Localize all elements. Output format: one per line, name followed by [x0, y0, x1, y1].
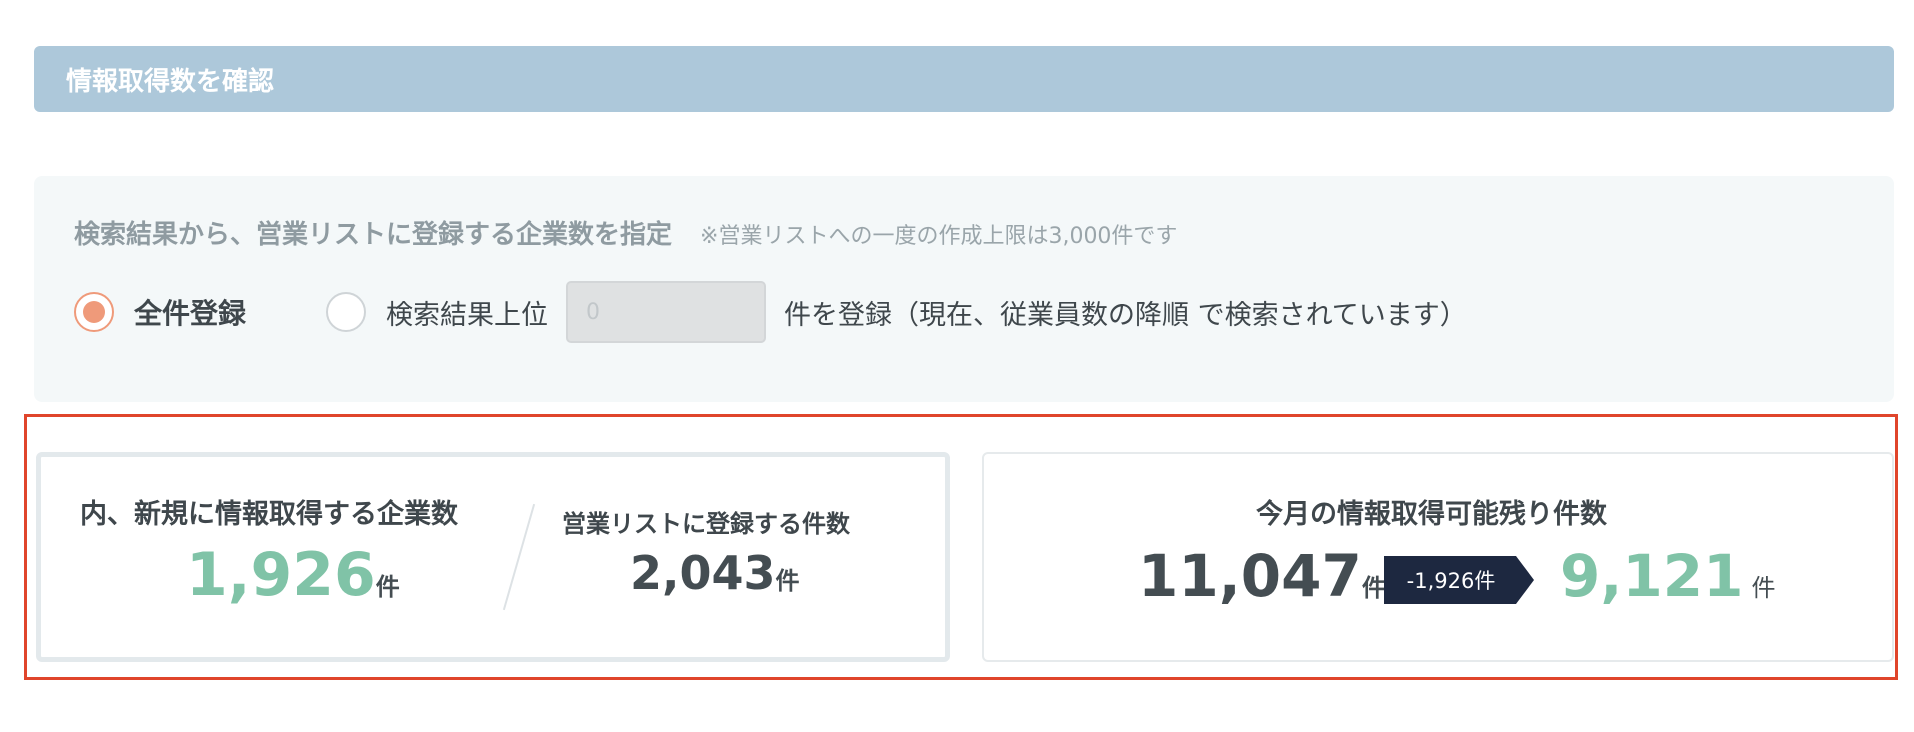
radio-register-all-label[interactable]: 全件登録: [134, 292, 246, 332]
radio-register-all[interactable]: [74, 292, 114, 332]
registration-options: 全件登録 検索結果上位 件を登録（現在、従業員数の降順 で検索されています）: [74, 280, 1467, 344]
top-count-input[interactable]: [566, 281, 767, 343]
register-count-unit: 件: [775, 567, 800, 595]
remaining-before-value: 11,047: [1138, 542, 1362, 610]
register-count: 2,043件: [630, 546, 800, 600]
registration-settings-panel: 検索結果から、営業リストに登録する企業数を指定 ※営業リストへの一度の作成上限は…: [34, 176, 1894, 402]
new-companies-unit: 件: [375, 573, 400, 601]
register-count-label: 営業リストに登録する件数: [562, 510, 850, 538]
section-title: 情報取得数を確認: [66, 66, 275, 97]
section-header: 情報取得数を確認: [34, 46, 1894, 112]
remaining-after-unit: 件: [1751, 574, 1776, 602]
decrement-value: -1,926件: [1406, 569, 1496, 593]
remaining-before: 11,047件: [1138, 542, 1386, 610]
decrement-badge: -1,926件: [1384, 556, 1534, 604]
settings-heading: 検索結果から、営業リストに登録する企業数を指定 ※営業リストへの一度の作成上限は…: [74, 214, 1177, 251]
new-companies-value: 1,926: [186, 540, 376, 610]
remaining-label: 今月の情報取得可能残り件数: [1256, 499, 1607, 530]
new-companies-count: 1,926件: [186, 540, 400, 610]
remaining-before-unit: 件: [1361, 574, 1386, 602]
radio-register-top[interactable]: [326, 292, 367, 332]
register-count-value: 2,043: [630, 546, 776, 600]
remaining-after-value: 9,121: [1560, 542, 1744, 610]
remaining-after: 9,121 件: [1560, 542, 1775, 610]
limit-note: ※営業リストへの一度の作成上限は3,000件です: [700, 224, 1178, 249]
new-companies-label: 内、新規に情報取得する企業数: [80, 499, 458, 530]
acquisition-count-card: [36, 452, 950, 662]
register-suffix-text: 件を登録（現在、従業員数の降順 で検索されています）: [784, 299, 1467, 331]
radio-register-top-label[interactable]: 検索結果上位: [386, 293, 548, 332]
settings-title: 検索結果から、営業リストに登録する企業数を指定: [74, 220, 673, 250]
